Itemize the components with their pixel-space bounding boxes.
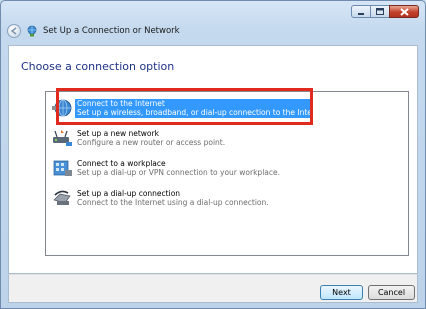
option-text: Set up a new network Configure a new rou… xyxy=(77,129,225,147)
option-title: Set up a dial-up connection xyxy=(77,189,181,198)
maximize-button[interactable] xyxy=(370,5,390,18)
window-controls xyxy=(351,5,419,18)
footer-bar: Next Cancel xyxy=(8,274,418,303)
title-bar: Set Up a Connection or Network xyxy=(7,24,180,38)
highlight-box xyxy=(56,88,313,125)
network-wizard-icon xyxy=(27,25,37,37)
option-description: Set up a dial-up or VPN connection to yo… xyxy=(77,168,280,177)
page-heading: Choose a connection option xyxy=(21,60,175,73)
back-arrow-icon xyxy=(10,27,17,35)
maximize-icon xyxy=(376,8,384,15)
window-title: Set Up a Connection or Network xyxy=(43,26,180,36)
minimize-icon xyxy=(358,12,364,15)
option-title: Set up a new network xyxy=(77,129,159,138)
minimize-button[interactable] xyxy=(351,5,371,18)
close-icon xyxy=(399,7,409,16)
option-workplace[interactable]: Connect to a workplace Set up a dial-up … xyxy=(49,156,405,181)
option-text: Set up a dial-up connection Connect to t… xyxy=(77,189,269,207)
wizard-window: Set Up a Connection or Network Choose a … xyxy=(0,0,426,309)
next-button[interactable]: Next xyxy=(320,285,363,300)
workplace-icon xyxy=(53,160,72,176)
option-new-network[interactable]: Set up a new network Configure a new rou… xyxy=(49,126,405,151)
content-area: Choose a connection option Connect to th… xyxy=(8,45,418,274)
cancel-button[interactable]: Cancel xyxy=(368,285,415,300)
modem-phone-icon xyxy=(53,190,71,205)
option-text: Connect to a workplace Set up a dial-up … xyxy=(77,159,280,177)
back-button[interactable] xyxy=(7,24,21,38)
router-icon xyxy=(53,130,72,146)
option-description: Configure a new router or access point. xyxy=(77,138,226,147)
option-dial-up[interactable]: Set up a dial-up connection Connect to t… xyxy=(49,186,405,211)
option-title: Connect to a workplace xyxy=(77,159,166,168)
close-button[interactable] xyxy=(389,5,419,18)
option-description: Connect to the Internet using a dial-up … xyxy=(77,198,269,207)
